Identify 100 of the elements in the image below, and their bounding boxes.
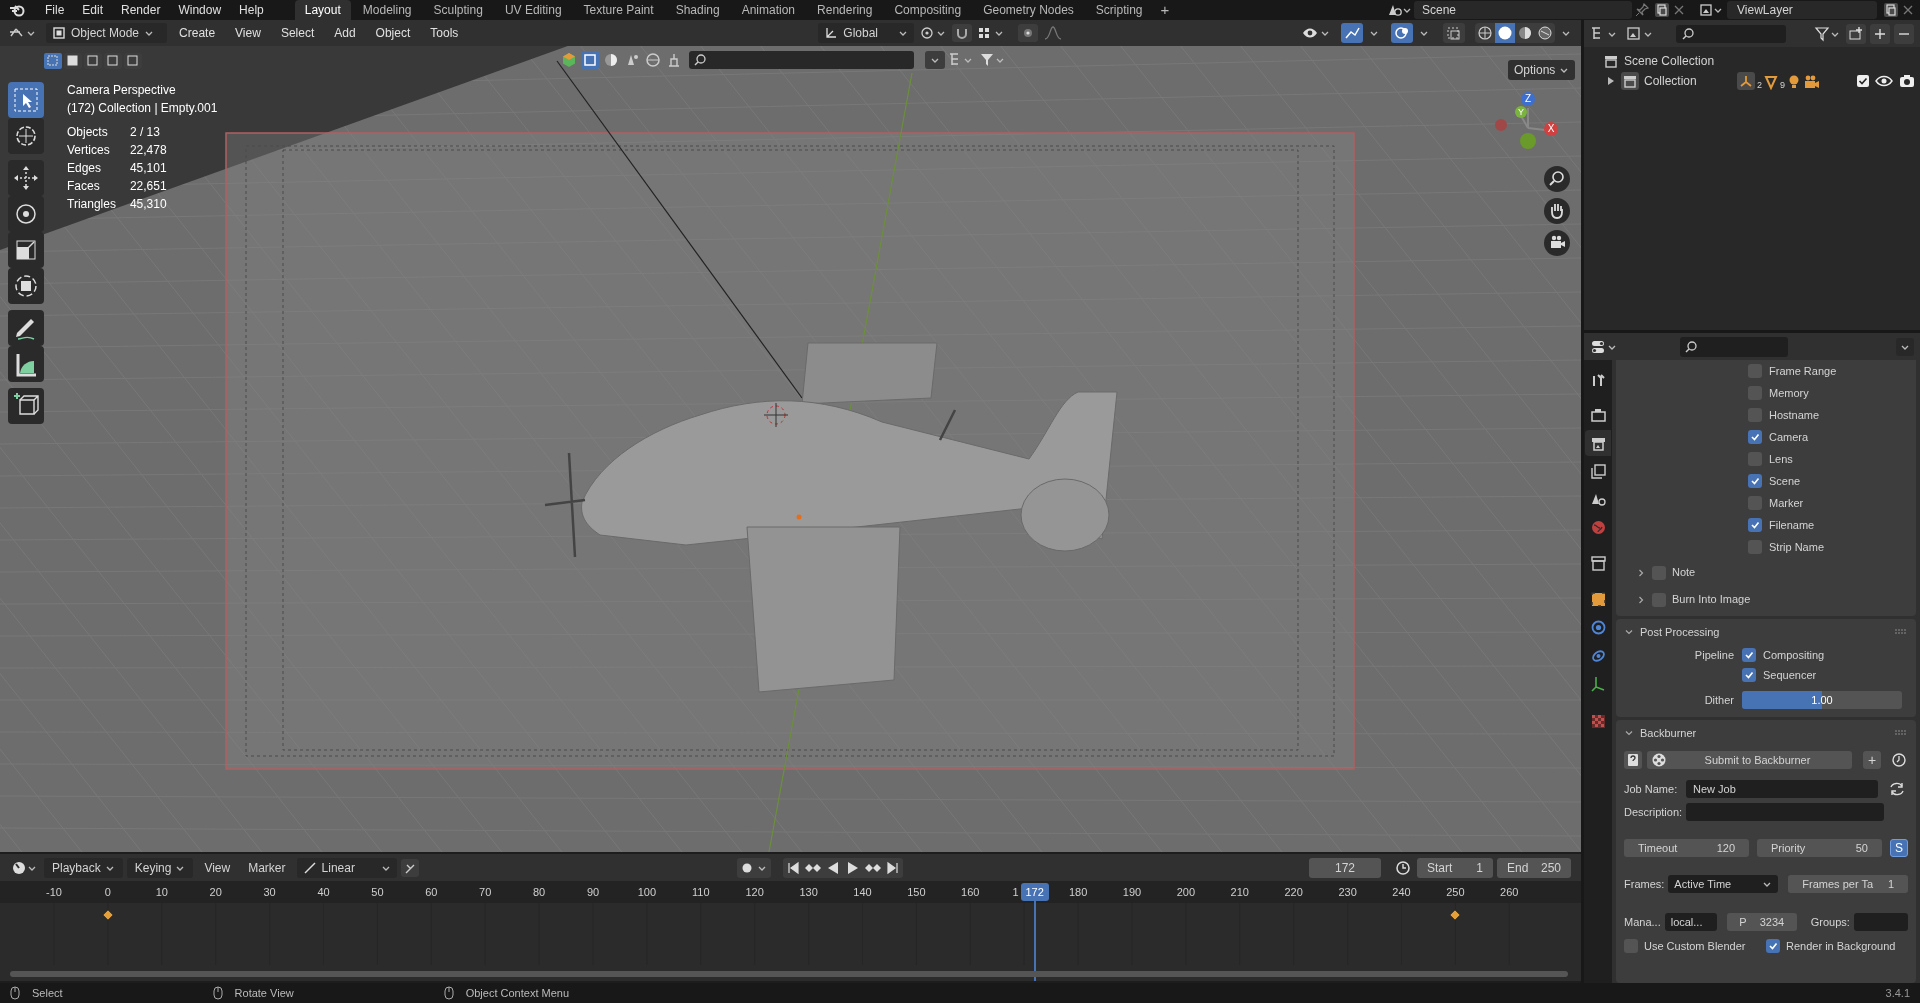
scene-field[interactable]: Scene bbox=[1414, 1, 1632, 19]
keyframe-icon[interactable] bbox=[1450, 910, 1460, 920]
add-button[interactable]: + bbox=[1863, 751, 1881, 769]
start-frame-field[interactable]: Start 1 bbox=[1417, 857, 1493, 878]
help-book-icon[interactable] bbox=[1624, 751, 1642, 769]
workspace-tab[interactable]: Modeling bbox=[352, 0, 422, 20]
job-name-field[interactable]: New Job bbox=[1686, 780, 1878, 798]
record-icon[interactable] bbox=[736, 857, 771, 878]
panel-title[interactable]: Post Processing bbox=[1640, 623, 1888, 641]
workspace-tab[interactable]: Layout bbox=[294, 0, 351, 20]
frames-dropdown[interactable]: Active Time bbox=[1668, 875, 1779, 893]
snap-icon[interactable] bbox=[952, 24, 973, 42]
pin-icon[interactable] bbox=[1634, 2, 1650, 18]
camera-object-icon[interactable] bbox=[1803, 74, 1822, 90]
tool-button[interactable] bbox=[8, 160, 44, 196]
menu-item[interactable]: Add bbox=[326, 24, 364, 42]
world-filter-icon[interactable] bbox=[644, 51, 662, 69]
tool-button[interactable] bbox=[8, 82, 44, 118]
description-field[interactable] bbox=[1686, 803, 1884, 821]
dither-slider[interactable]: 1.00 bbox=[1742, 691, 1902, 709]
new-collection-icon[interactable] bbox=[1846, 23, 1866, 44]
checkbox[interactable] bbox=[1766, 939, 1780, 953]
chevron-down-icon[interactable] bbox=[1624, 728, 1634, 738]
tool-button[interactable] bbox=[8, 268, 44, 304]
checkbox[interactable] bbox=[1742, 648, 1756, 662]
tool-button[interactable] bbox=[8, 118, 44, 154]
copy-icon[interactable] bbox=[1653, 2, 1671, 18]
proportional-edit-icon[interactable] bbox=[1018, 24, 1039, 42]
empty-object-icon[interactable] bbox=[1737, 72, 1755, 90]
workspace-tab[interactable]: UV Editing bbox=[494, 0, 572, 20]
search-field[interactable] bbox=[1676, 24, 1786, 43]
end-frame-field[interactable]: End 250 bbox=[1497, 857, 1571, 878]
mode-dropdown[interactable]: Object Mode bbox=[46, 23, 168, 43]
keyframe-type-icon[interactable] bbox=[400, 858, 419, 877]
xray-icon[interactable] bbox=[1443, 23, 1465, 43]
menu-item[interactable]: View bbox=[197, 858, 238, 877]
workspace-tab[interactable]: Animation bbox=[731, 0, 806, 20]
workspace-tab[interactable]: Shading bbox=[665, 0, 730, 20]
panel-title[interactable]: Backburner bbox=[1640, 724, 1888, 742]
history-icon[interactable] bbox=[1890, 751, 1908, 769]
workspace-tab[interactable]: Sculpting bbox=[423, 0, 493, 20]
drag-handle-icon[interactable] bbox=[1894, 729, 1908, 737]
eye-icon[interactable] bbox=[1875, 74, 1893, 88]
gizmo-toggle-icon[interactable] bbox=[1341, 23, 1363, 43]
material-filter-icon[interactable] bbox=[602, 51, 620, 69]
checkbox[interactable] bbox=[1748, 430, 1762, 444]
hand-icon[interactable] bbox=[1544, 198, 1570, 224]
playhead-marker[interactable]: 172 bbox=[1020, 883, 1049, 901]
workspace-tab[interactable]: Texture Paint bbox=[573, 0, 664, 20]
tool-button[interactable] bbox=[8, 310, 44, 346]
blender-logo-icon[interactable] bbox=[9, 3, 25, 17]
menu-dropdown[interactable]: Keying bbox=[126, 857, 194, 878]
interpolation-dropdown[interactable]: Linear bbox=[296, 857, 397, 878]
menu-item[interactable]: Edit bbox=[73, 1, 113, 19]
menu-item[interactable]: Window bbox=[169, 1, 231, 19]
port-field[interactable]: P 3234 bbox=[1726, 913, 1797, 931]
properties-tab[interactable] bbox=[1585, 430, 1611, 456]
menu-item[interactable]: Render bbox=[112, 1, 170, 19]
groups-field[interactable] bbox=[1853, 913, 1908, 931]
exclude-checkbox-icon[interactable] bbox=[1856, 74, 1870, 88]
search-field[interactable] bbox=[689, 51, 914, 69]
toggle-button[interactable]: S bbox=[1890, 839, 1908, 857]
workspace-tab[interactable]: Scripting bbox=[1085, 0, 1153, 20]
object-filter-icon[interactable] bbox=[581, 51, 599, 69]
sync-caret-icon[interactable] bbox=[925, 51, 945, 69]
menu-dropdown[interactable]: Playback bbox=[44, 857, 123, 878]
camera-view-icon[interactable] bbox=[1544, 230, 1570, 256]
submit-button[interactable]: Submit to Backburner bbox=[1647, 751, 1852, 769]
mesh-filter-icon[interactable] bbox=[560, 51, 578, 69]
checkbox[interactable] bbox=[1742, 668, 1756, 682]
rendered-shading-icon[interactable] bbox=[1535, 23, 1555, 43]
menu-item[interactable]: File bbox=[36, 1, 74, 19]
add-icon[interactable] bbox=[1870, 23, 1890, 44]
zoom-icon[interactable] bbox=[1544, 166, 1570, 192]
expand-right-icon[interactable] bbox=[1606, 76, 1616, 86]
overlay-toggle-icon[interactable] bbox=[1391, 23, 1413, 43]
keyframe-icon[interactable] bbox=[103, 910, 113, 920]
frames-per-task-field[interactable]: Frames per Ta 1 bbox=[1788, 875, 1908, 893]
tool-button[interactable] bbox=[8, 388, 44, 424]
solid-shading-icon[interactable] bbox=[1495, 23, 1515, 43]
chevron-right-icon[interactable] bbox=[1636, 594, 1646, 605]
scrollbar[interactable] bbox=[10, 971, 1568, 977]
menu-item[interactable]: Select bbox=[272, 24, 323, 42]
menu-item[interactable]: Object bbox=[367, 24, 419, 42]
options-dropdown[interactable]: Options bbox=[1508, 60, 1576, 80]
menu-item[interactable]: Create bbox=[171, 24, 224, 42]
menu-item[interactable]: Help bbox=[230, 1, 273, 19]
menu-item[interactable]: Tools bbox=[422, 24, 467, 42]
view-layer-field[interactable]: ViewLayer bbox=[1727, 1, 1877, 19]
menu-item[interactable]: View bbox=[227, 24, 269, 42]
chevron-down-icon[interactable] bbox=[1624, 627, 1634, 637]
add-workspace-button[interactable]: + bbox=[1154, 0, 1176, 22]
timeout-field[interactable]: Timeout 120 bbox=[1624, 839, 1749, 857]
checkbox[interactable] bbox=[1748, 474, 1762, 488]
chevron-right-icon[interactable] bbox=[1636, 567, 1646, 578]
render-camera-icon[interactable] bbox=[1898, 74, 1916, 88]
tool-button[interactable] bbox=[8, 346, 44, 382]
checkbox[interactable] bbox=[1748, 518, 1762, 532]
mesh-object-icon[interactable] bbox=[1764, 74, 1778, 90]
subpanel-title[interactable]: Burn Into Image bbox=[1672, 591, 1751, 608]
